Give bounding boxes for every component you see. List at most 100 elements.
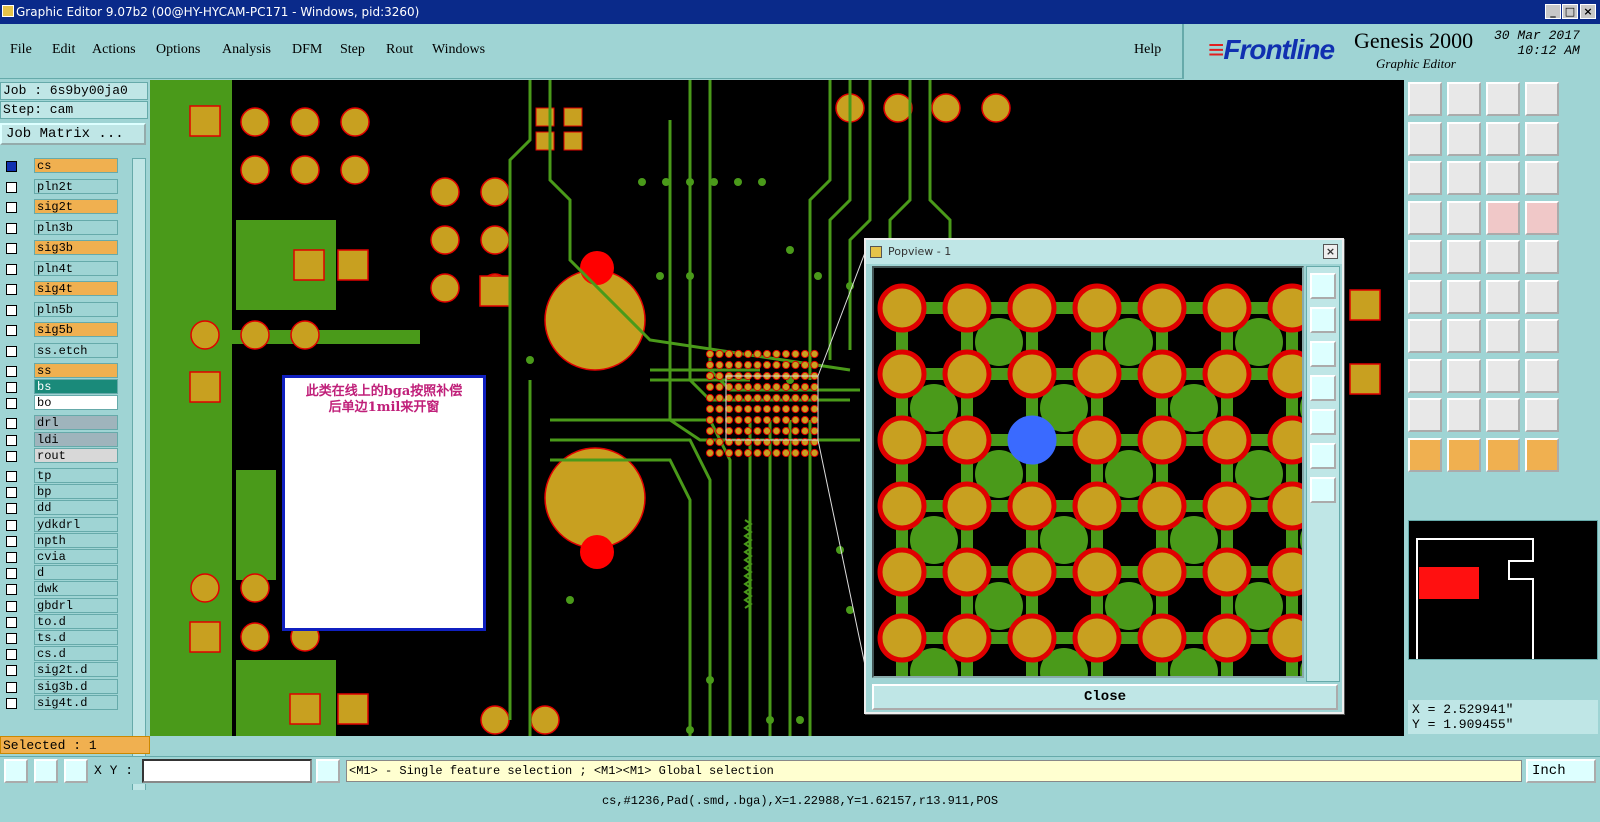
zoom-center-icon[interactable] [1447, 161, 1481, 195]
layer-settings-icon[interactable] [1486, 200, 1520, 235]
layer-label[interactable]: sig5b [34, 322, 118, 337]
layer-label[interactable]: d [34, 565, 118, 581]
layer-row-pln3b[interactable]: pln3b [0, 219, 120, 236]
layer-checkbox[interactable] [6, 418, 17, 430]
arc-icon[interactable] [1486, 319, 1520, 353]
layer-label[interactable]: bp [34, 484, 118, 500]
layer-label[interactable]: sig3b.d [34, 678, 118, 694]
save-step-icon[interactable] [1447, 82, 1481, 116]
ruler-icon[interactable] [1486, 240, 1520, 274]
layer-row-d[interactable]: d [0, 565, 120, 581]
menu-dfm[interactable]: DFM [292, 42, 322, 58]
layer-checkbox[interactable] [6, 568, 17, 580]
layer-row-cs[interactable]: cs [0, 158, 120, 174]
menu-edit[interactable]: Edit [52, 42, 75, 58]
pan-left-icon[interactable] [1310, 375, 1336, 401]
help-icon[interactable] [1525, 161, 1559, 195]
layer-checkbox[interactable] [6, 161, 17, 172]
layer-checkbox[interactable] [6, 551, 17, 563]
pan-up-icon[interactable] [1310, 307, 1336, 333]
triangle-stroke-icon[interactable] [1525, 398, 1559, 432]
layer-row-sig4t-d[interactable]: sig4t.d [0, 694, 120, 711]
popview-close-icon[interactable]: × [1323, 244, 1338, 259]
layer-label[interactable]: ts.d [34, 629, 118, 645]
route-icon[interactable] [1525, 279, 1559, 314]
layer-row-to-d[interactable]: to.d [0, 613, 120, 630]
record-icon[interactable] [1525, 240, 1559, 274]
layer-label[interactable]: gbdrl [34, 597, 118, 613]
layer-row-rout[interactable]: rout [0, 447, 120, 464]
menu-file[interactable]: File [10, 42, 32, 58]
layer-checkbox[interactable] [6, 325, 17, 336]
layer-checkbox[interactable] [6, 487, 17, 499]
layer-label[interactable]: rout [34, 447, 118, 463]
layer-checkbox[interactable] [6, 365, 17, 377]
layer-row-sig2t[interactable]: sig2t [0, 199, 120, 215]
xy-input[interactable] [142, 759, 312, 783]
layer-row-ydkdrl[interactable]: ydkdrl [0, 516, 120, 533]
layer-checkbox[interactable] [6, 616, 17, 628]
open-step-icon[interactable] [1408, 82, 1442, 116]
zoom-out-icon[interactable] [1310, 477, 1336, 503]
layer-label[interactable]: tp [34, 467, 118, 483]
calc-icon[interactable] [1525, 121, 1559, 156]
layer-row-tp[interactable]: tp [0, 467, 120, 484]
triangle-frame-icon[interactable] [1486, 398, 1520, 432]
layer-row-gbdrl[interactable]: gbdrl [0, 597, 120, 614]
line-edit-icon[interactable] [1447, 319, 1481, 353]
layer-label[interactable]: cs.d [34, 646, 118, 662]
layer-checkbox[interactable] [6, 345, 17, 357]
layer-checkbox[interactable] [6, 222, 17, 234]
menu-options[interactable]: Options [156, 42, 200, 58]
layer-label[interactable]: ss.etch [34, 342, 118, 358]
layer-label[interactable]: ldi [34, 431, 118, 447]
layer-checkbox[interactable] [6, 519, 17, 531]
job-matrix-button[interactable]: Job Matrix ... [0, 123, 146, 145]
layer-scrollbar[interactable] [132, 158, 146, 792]
layer-label[interactable]: dd [34, 500, 118, 516]
measure-icon[interactable] [34, 759, 58, 783]
pan-right-icon[interactable] [1310, 409, 1336, 435]
layer-label[interactable]: ydkdrl [34, 516, 118, 532]
layer-label[interactable]: cs [34, 158, 118, 173]
layer-row-pln4t[interactable]: pln4t [0, 260, 120, 277]
layer-label[interactable]: sig4t.d [34, 694, 118, 710]
layer-row-bo[interactable]: bo [0, 395, 120, 411]
layer-label[interactable]: dwk [34, 581, 118, 597]
probe-icon[interactable] [1447, 200, 1481, 235]
layer-row-sig3b[interactable]: sig3b [0, 240, 120, 256]
layer-row-ldi[interactable]: ldi [0, 431, 120, 448]
undo-view-icon[interactable] [1486, 121, 1520, 156]
layer-checkbox[interactable] [6, 398, 17, 410]
info-icon[interactable] [316, 759, 340, 783]
maximize-button[interactable]: □ [1562, 4, 1578, 19]
grid-icon[interactable] [64, 759, 88, 783]
layer-label[interactable]: sig2t.d [34, 662, 118, 678]
home-icon[interactable] [1486, 82, 1520, 116]
zoom-prev-icon[interactable] [1408, 121, 1442, 156]
menu-rout[interactable]: Rout [386, 42, 413, 58]
layer-row-ss[interactable]: ss [0, 362, 120, 379]
layer-checkbox[interactable] [6, 470, 17, 482]
zoom-fit-icon[interactable] [1310, 273, 1336, 299]
layer-row-pln5b[interactable]: pln5b [0, 301, 120, 318]
layer-row-ss-etch[interactable]: ss.etch [0, 342, 120, 359]
unit-select[interactable]: Inch [1526, 759, 1596, 783]
layer-label[interactable]: cvia [34, 548, 118, 564]
layer-label[interactable]: sig4t [34, 281, 118, 296]
connect-icon[interactable] [1408, 279, 1442, 314]
layer-row-sig2t-d[interactable]: sig2t.d [0, 662, 120, 678]
edit-attr-icon[interactable] [1408, 200, 1442, 235]
minimize-button[interactable]: _ [1545, 4, 1561, 19]
layer-checkbox[interactable] [6, 202, 17, 213]
zoom-next-icon[interactable] [1447, 121, 1481, 156]
layer-checkbox[interactable] [6, 304, 17, 316]
layer-checkbox[interactable] [6, 181, 17, 193]
overview-map[interactable] [1408, 520, 1598, 660]
layer-label[interactable]: bo [34, 395, 118, 411]
line-icon[interactable] [1408, 319, 1442, 353]
popview-close-button[interactable]: Close [872, 684, 1338, 710]
layer-label[interactable]: npth [34, 532, 118, 548]
resize-icon[interactable] [1486, 358, 1520, 393]
copy-icon[interactable] [1525, 358, 1559, 393]
